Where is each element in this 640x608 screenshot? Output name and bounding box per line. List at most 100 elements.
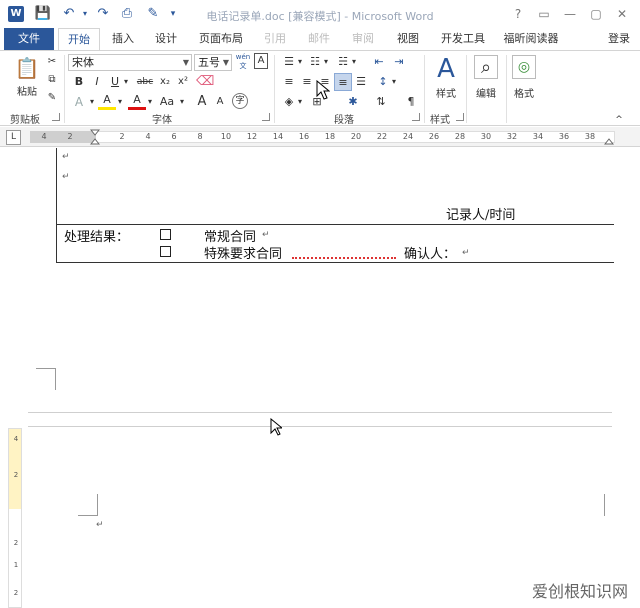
subscript-button[interactable]: x₂ <box>156 73 174 91</box>
divider <box>424 55 425 123</box>
distributed-icon[interactable]: ☰ <box>352 73 370 91</box>
ribbon-display-button[interactable]: ▭ <box>534 5 554 23</box>
chevron-down-icon[interactable]: ▾ <box>296 93 304 111</box>
clipboard-group-label: 剪贴板 <box>10 115 40 126</box>
checkbox-regular-contract[interactable] <box>160 229 171 240</box>
minimize-button[interactable]: — <box>560 5 580 23</box>
chevron-down-icon[interactable]: ▾ <box>116 93 124 111</box>
ruler-number: 28 <box>454 132 466 141</box>
tab-view[interactable]: 视图 <box>388 28 428 50</box>
phonetic-guide-label: wén <box>235 53 251 61</box>
ruler-number: 22 <box>376 132 388 141</box>
format-icon[interactable]: ◎ <box>512 55 536 79</box>
tab-mailings[interactable]: 邮件 <box>300 28 338 50</box>
word-app-icon[interactable]: W <box>8 6 24 22</box>
find-icon[interactable]: ⌕ <box>474 55 498 79</box>
cut-icon[interactable]: ✂ <box>46 53 58 71</box>
close-button[interactable]: ✕ <box>612 5 632 23</box>
paragraph-launcher-icon[interactable] <box>412 113 420 121</box>
paste-icon[interactable]: 📋 <box>14 55 40 81</box>
save-icon[interactable]: 💾 <box>34 6 52 22</box>
font-launcher-icon[interactable] <box>262 113 270 121</box>
ruler-number: 14 <box>272 132 284 141</box>
checkbox-special-contract[interactable] <box>160 246 171 257</box>
mouse-cursor-icon <box>316 79 331 103</box>
chevron-down-icon[interactable]: ▼ <box>223 55 229 70</box>
chevron-down-icon[interactable]: ▾ <box>178 93 186 111</box>
format-painter-icon[interactable]: ✎ <box>46 89 58 107</box>
redo-icon[interactable]: ↷ <box>94 6 112 22</box>
change-case-button[interactable]: Aa <box>156 93 178 111</box>
clear-formatting-icon[interactable]: ⌫ <box>196 73 214 91</box>
format-painter-icon[interactable]: ✎ <box>144 6 162 22</box>
sort-icon[interactable]: ⇅ <box>372 93 390 111</box>
tab-selector[interactable]: L <box>6 130 21 145</box>
paste-button[interactable]: 粘贴 <box>14 83 40 98</box>
tab-review[interactable]: 审阅 <box>344 28 382 50</box>
styles-button[interactable]: 样式 <box>430 85 462 100</box>
phonetic-guide-button[interactable]: wén 文 <box>234 53 252 71</box>
chevron-down-icon[interactable]: ▾ <box>322 53 330 71</box>
align-center-icon[interactable]: ≡ <box>298 73 316 91</box>
customize-quick-access-icon[interactable]: ▾ <box>164 6 182 22</box>
horizontal-ruler[interactable]: L 4 2 2 4 6 8 10 12 14 16 18 20 22 24 26… <box>0 127 640 147</box>
chevron-down-icon[interactable]: ▾ <box>390 73 398 91</box>
text-effects-icon[interactable]: A <box>70 93 88 111</box>
italic-button[interactable]: I <box>88 73 106 91</box>
tab-insert[interactable]: 插入 <box>104 28 142 50</box>
vertical-ruler[interactable]: 4 2 2 1 2 <box>8 428 22 608</box>
styles-group-label: 样式 <box>430 115 450 126</box>
undo-dropdown-icon[interactable]: ▾ <box>76 6 94 22</box>
styles-launcher-icon[interactable] <box>456 113 464 121</box>
right-indent-marker-icon[interactable] <box>603 129 615 145</box>
format-button[interactable]: 格式 <box>508 85 540 100</box>
print-preview-icon[interactable]: ⎙ <box>118 6 136 22</box>
font-color-button[interactable]: A <box>128 93 146 110</box>
tab-foxit-reader[interactable]: 福昕阅读器 <box>498 28 564 50</box>
paragraph-mark: ↵ <box>262 230 270 240</box>
paragraph-mark: ↵ <box>462 248 470 258</box>
tab-home[interactable]: 开始 <box>58 28 100 51</box>
tab-references[interactable]: 引用 <box>256 28 294 50</box>
chevron-down-icon[interactable]: ▾ <box>350 53 358 71</box>
increase-indent-icon[interactable]: ⇥ <box>390 53 408 71</box>
document-area[interactable]: ↵ ↵ 记录人/时间 处理结果： 常规合同 ↵ 特殊要求合同 确认人： ↵ ↵ … <box>0 148 640 608</box>
styles-icon[interactable]: A <box>432 55 460 83</box>
bold-button[interactable]: B <box>70 73 88 91</box>
chevron-down-icon[interactable]: ▾ <box>296 53 304 71</box>
tab-design[interactable]: 设计 <box>146 28 186 50</box>
clipboard-launcher-icon[interactable] <box>52 113 60 121</box>
asian-layout-icon[interactable]: ✱ <box>344 93 362 111</box>
copy-icon[interactable]: ⧉ <box>46 71 58 89</box>
decrease-indent-icon[interactable]: ⇤ <box>370 53 388 71</box>
help-button[interactable]: ? <box>508 5 528 23</box>
chevron-down-icon[interactable]: ▾ <box>146 93 154 111</box>
login-link[interactable]: 登录 <box>608 28 630 50</box>
font-name-combo[interactable]: 宋体 ▼ <box>68 54 192 71</box>
page-corner-mark <box>36 368 56 390</box>
page-break-line <box>28 426 612 427</box>
superscript-button[interactable]: x² <box>174 73 192 91</box>
tab-developer[interactable]: 开发工具 <box>436 28 490 50</box>
vruler-number: 2 <box>13 539 19 547</box>
chevron-down-icon[interactable]: ▼ <box>183 55 189 70</box>
page-break-line <box>28 412 612 413</box>
tab-layout[interactable]: 页面布局 <box>192 28 250 50</box>
justify-icon[interactable]: ≡ <box>334 73 352 91</box>
editing-button[interactable]: 编辑 <box>470 85 502 100</box>
show-marks-icon[interactable]: ¶ <box>402 93 420 111</box>
strikethrough-button[interactable]: abc <box>134 73 156 91</box>
maximize-button[interactable]: ▢ <box>586 5 606 23</box>
chevron-down-icon[interactable]: ▾ <box>122 73 130 91</box>
grow-font-button[interactable]: A <box>194 93 210 111</box>
font-size-combo[interactable]: 五号 ▼ <box>194 54 232 71</box>
result-label: 处理结果： <box>64 230 130 245</box>
align-left-icon[interactable]: ≡ <box>280 73 298 91</box>
highlight-button[interactable]: A <box>98 93 116 110</box>
indent-marker-icon[interactable] <box>89 129 101 145</box>
character-border-button[interactable]: A <box>254 53 268 69</box>
chevron-down-icon[interactable]: ▾ <box>88 93 96 111</box>
tab-file[interactable]: 文件 <box>4 28 54 50</box>
shrink-font-button[interactable]: A <box>212 93 228 111</box>
enclose-characters-button[interactable]: 字 <box>232 93 248 109</box>
